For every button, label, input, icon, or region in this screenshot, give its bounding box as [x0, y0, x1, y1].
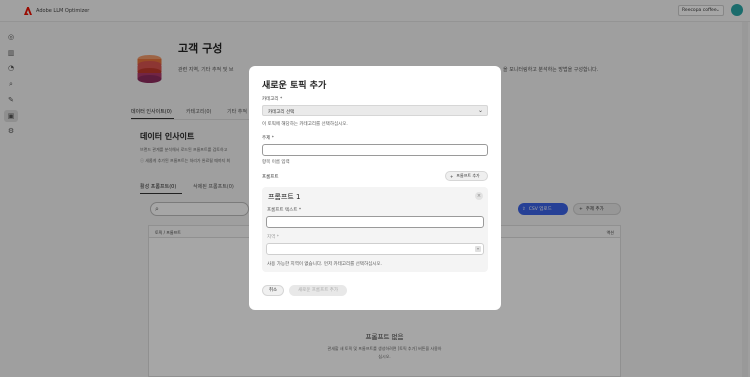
category-help: 이 토픽에 해당하는 카테고리를 선택하십시오.: [262, 122, 348, 127]
category-label: 카테고리 *: [262, 97, 283, 102]
add-prompt-label: 프롬프트 추가: [456, 173, 480, 178]
cancel-button[interactable]: 취소: [262, 285, 284, 296]
prompt-card: 프롬프트 1 × 프롬프트 텍스트 * 지역 * ▾ 사용 가능한 지역이 없습…: [262, 187, 488, 272]
prompts-label: 프롬프트: [262, 175, 279, 180]
region-label: 지역 *: [267, 235, 279, 240]
prompt-text-input[interactable]: [266, 216, 484, 228]
topic-input[interactable]: [262, 144, 488, 156]
prompt-card-title: 프롬프트 1: [268, 193, 301, 201]
dialog-title: 새로운 토픽 추가: [262, 81, 327, 91]
submit-button[interactable]: 새로운 프롬프트 추가: [289, 285, 347, 296]
topic-help: 항목 이름 입력: [262, 160, 290, 165]
add-topic-dialog: 새로운 토픽 추가 카테고리 * 카테고리 선택 ⌄ 이 토픽에 해당하는 카테…: [249, 66, 501, 310]
region-dropdown-icon: ▾: [475, 246, 481, 252]
region-help: 사용 가능한 지역이 없습니다. 먼저 카테고리를 선택하십시오.: [267, 262, 382, 267]
add-prompt-button[interactable]: + 프롬프트 추가: [445, 171, 488, 181]
topic-label: 주제 *: [262, 136, 274, 141]
prompt-text-label: 프롬프트 텍스트 *: [267, 208, 302, 213]
category-select-value: 카테고리 선택: [268, 110, 295, 115]
region-select[interactable]: ▾: [266, 243, 484, 255]
chevron-down-icon: ⌄: [477, 107, 483, 114]
plus-icon: +: [450, 173, 454, 179]
remove-prompt-icon[interactable]: ×: [475, 192, 483, 200]
category-select[interactable]: 카테고리 선택 ⌄: [262, 105, 488, 116]
